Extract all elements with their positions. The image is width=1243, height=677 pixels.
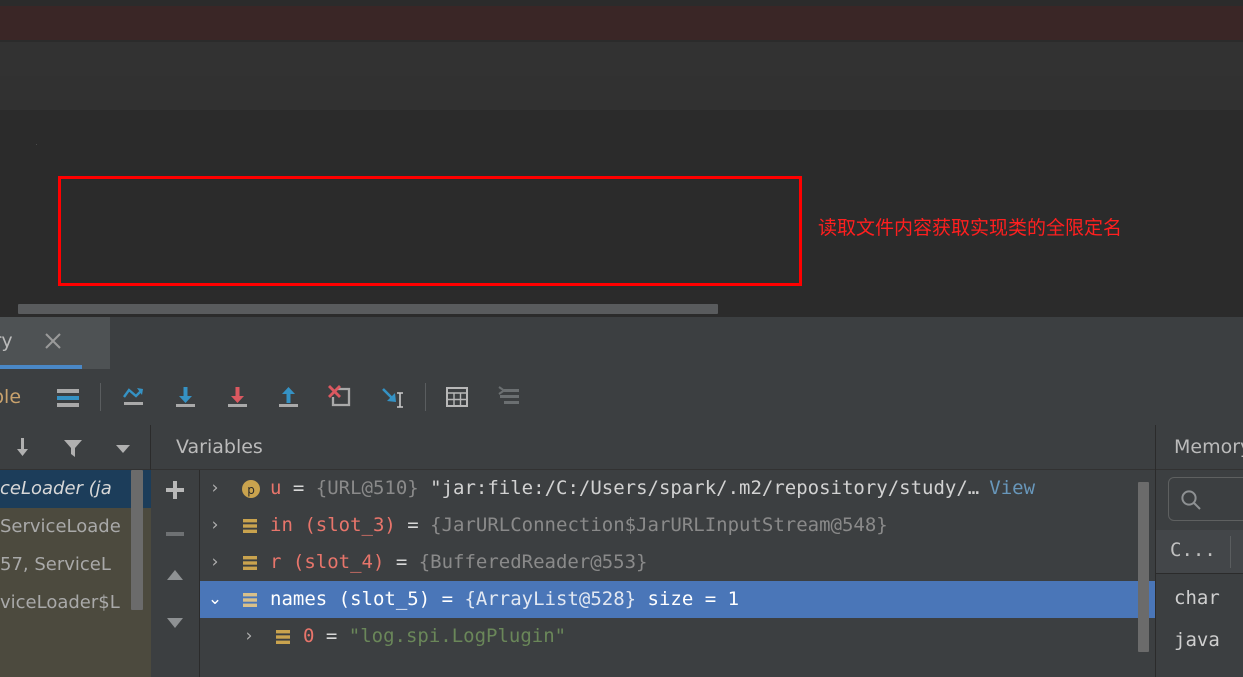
- chevron-right-icon[interactable]: ›: [240, 618, 258, 655]
- export-threads-icon[interactable]: [10, 435, 36, 461]
- search-icon: [1181, 490, 1201, 510]
- frame-row[interactable]: ServiceLoade: [0, 508, 151, 546]
- memory-column-header[interactable]: C...: [1156, 530, 1243, 574]
- chevron-right-icon[interactable]: ›: [206, 507, 224, 544]
- variable-equals: =: [430, 588, 465, 610]
- drop-frame-icon[interactable]: [326, 383, 354, 411]
- code-line-inputstream[interactable]: InputStream in = null;in (slot_3): JarUR…: [0, 6, 1243, 68]
- editor-hscroll-thumb[interactable]: [18, 304, 718, 314]
- run-to-cursor-icon[interactable]: [378, 383, 406, 411]
- layout-settings-icon[interactable]: [54, 383, 82, 411]
- code-line-while[interactable]: while ((lc = parseLine(service, u, r, lc…: [0, 247, 1243, 309]
- column-separator[interactable]: [1230, 536, 1231, 568]
- toolbar-separator: [100, 383, 101, 411]
- memory-row[interactable]: java: [1156, 619, 1243, 661]
- field-icon: [273, 627, 293, 664]
- frames-toolbar: [0, 425, 151, 470]
- debug-tool-window: ory ble: [0, 317, 1243, 677]
- variable-equals: =: [281, 477, 316, 499]
- variable-name: r (slot_4): [270, 551, 385, 573]
- view-link[interactable]: View: [989, 477, 1035, 499]
- memory-column-label: C...: [1170, 539, 1216, 561]
- evaluate-expression-icon[interactable]: [443, 383, 471, 411]
- code-line-arraylist[interactable]: ArrayList<String> names = new ArrayList<…: [0, 76, 1243, 138]
- close-icon[interactable]: [42, 330, 64, 352]
- code-line-bufferedreader[interactable]: BufferedReader r = null;r (slot_4): Buff…: [0, 42, 1243, 104]
- code-editor[interactable]: InputStream in = null;in (slot_3): JarUR…: [0, 0, 1243, 317]
- variable-row-u[interactable]: › p u = {URL@510} "jar:file:/C:/Users/sp…: [200, 470, 1155, 507]
- variable-ref: {URL@510}: [315, 477, 419, 499]
- chevron-right-icon[interactable]: ›: [206, 470, 224, 507]
- variable-row-names[interactable]: ⌄ names (slot_5) = {ArrayList@528} size …: [200, 581, 1155, 618]
- variable-row-in[interactable]: › in (slot_3) = {JarURLConnection$JarURL…: [200, 507, 1155, 544]
- variable-name: in (slot_3): [270, 514, 396, 536]
- tab-memory[interactable]: ory: [0, 317, 110, 369]
- memory-search-input[interactable]: [1168, 477, 1243, 521]
- debug-panels: ceLoader (ja ServiceLoade 57, ServiceL v…: [0, 425, 1243, 677]
- idea-debugger-window: InputStream in = null;in (slot_3): JarUR…: [0, 0, 1243, 677]
- variable-ref: {ArrayList@528}: [464, 588, 637, 610]
- variable-name: 0: [303, 625, 315, 647]
- variable-row-element-0[interactable]: › 0 = "log.spi.LogPlugin": [200, 618, 1155, 655]
- variables-pane: Variables › p u = {URL@510} "jar:file:/C…: [151, 425, 1155, 677]
- chevron-down-icon[interactable]: [110, 435, 136, 461]
- memory-title: Memory: [1174, 436, 1243, 458]
- filter-icon[interactable]: [60, 435, 86, 461]
- variable-value: "log.spi.LogPlugin": [348, 625, 567, 647]
- step-into-icon[interactable]: [172, 383, 200, 411]
- frames-scrollbar[interactable]: [131, 470, 143, 610]
- chevron-down-icon[interactable]: ⌄: [206, 581, 224, 618]
- variables-title: Variables: [176, 436, 263, 458]
- variable-equals: =: [395, 514, 431, 536]
- remove-watch-icon[interactable]: [163, 522, 187, 546]
- memory-pane: Memory C... char java: [1155, 425, 1243, 677]
- variables-header: Variables: [151, 425, 1155, 470]
- variable-row-r[interactable]: › r (slot_4) = {BufferedReader@553}: [200, 544, 1155, 581]
- chevron-right-icon[interactable]: ›: [206, 544, 224, 581]
- variable-name: u: [270, 477, 282, 499]
- move-up-icon[interactable]: [163, 564, 187, 588]
- toolbar-separator: [425, 383, 426, 411]
- memory-header: Memory: [1156, 425, 1243, 470]
- variable-equals: =: [314, 625, 349, 647]
- variable-equals: =: [384, 551, 419, 573]
- step-over-icon[interactable]: [120, 383, 148, 411]
- variables-scrollbar[interactable]: [1138, 482, 1149, 652]
- toolbar-label: ble: [0, 386, 22, 408]
- step-out-icon[interactable]: [275, 383, 303, 411]
- svg-text:p: p: [247, 483, 255, 497]
- annotation-text: 读取文件内容获取实现类的全限定名: [818, 217, 1123, 239]
- variables-tree[interactable]: › p u = {URL@510} "jar:file:/C:/Users/sp…: [200, 470, 1155, 677]
- frame-row[interactable]: ceLoader (ja: [0, 470, 151, 508]
- memory-row[interactable]: char: [1156, 577, 1243, 619]
- add-watch-icon[interactable]: [163, 478, 187, 502]
- variable-ref: {JarURLConnection$JarURLInputStream@548}: [430, 514, 888, 536]
- variable-name: names (slot_5): [270, 588, 431, 610]
- frames-list[interactable]: ceLoader (ja ServiceLoade 57, ServiceL v…: [0, 470, 151, 677]
- variables-tool-column: [151, 470, 200, 677]
- variable-ref: {BufferedReader@553}: [418, 551, 648, 573]
- variable-value: "jar:file:/C:/Users/spark/.m2/repository…: [418, 477, 980, 499]
- settings-lines-icon[interactable]: [495, 383, 523, 411]
- tab-label: ory: [0, 330, 13, 352]
- debug-toolbar: ble: [0, 369, 1243, 425]
- code-line-try[interactable]: try {: [0, 110, 1243, 172]
- force-step-into-icon[interactable]: [224, 383, 252, 411]
- frames-pane: ceLoader (ja ServiceLoade 57, ServiceL v…: [0, 425, 151, 677]
- frame-row[interactable]: 57, ServiceL: [0, 546, 151, 584]
- debug-tabstrip: ory: [0, 317, 1243, 369]
- code-line-openstream[interactable]: in = u.openStream();: [0, 145, 1243, 207]
- variable-size: size = 1: [636, 588, 740, 610]
- code-line-new-bufferedreader[interactable]: r = new BufferedReader(new InputStreamRe…: [0, 179, 1243, 242]
- frame-row[interactable]: viceLoader$L: [0, 584, 151, 622]
- move-down-icon[interactable]: [163, 610, 187, 634]
